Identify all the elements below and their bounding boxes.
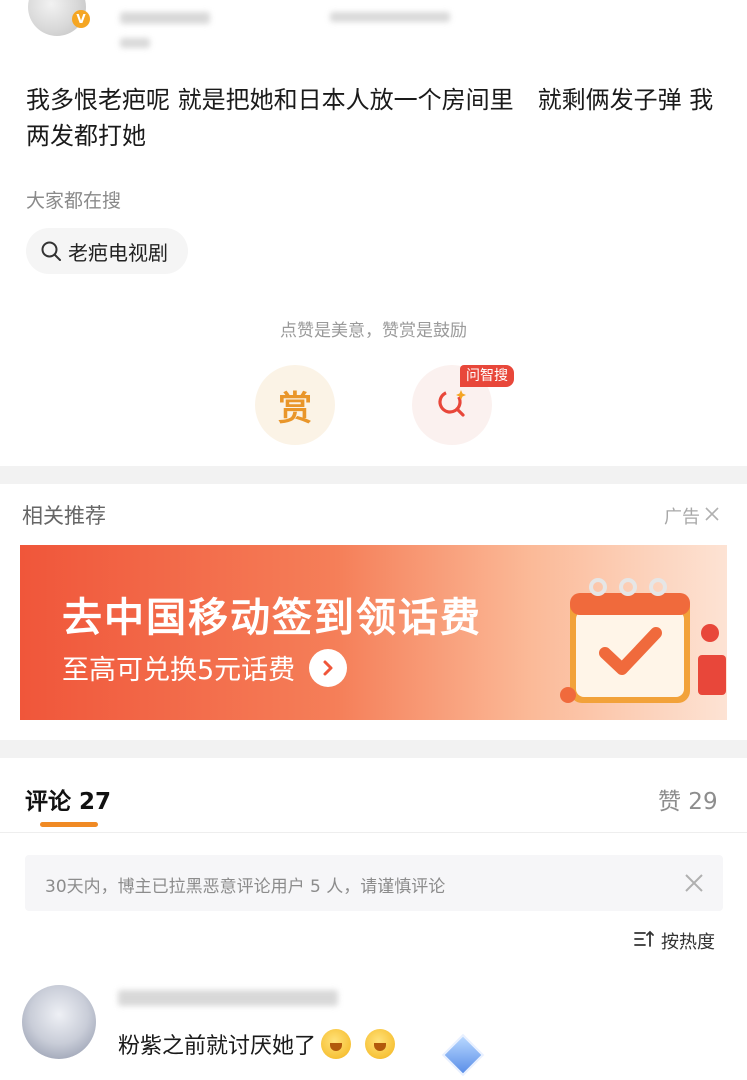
tab-comments[interactable]: 评论 27 (25, 782, 111, 816)
search-chip-label: 老疤电视剧 (68, 240, 168, 265)
ai-search-badge: 问智搜 (460, 365, 514, 387)
sort-button[interactable]: 按热度 (633, 928, 715, 954)
section-divider (0, 466, 747, 484)
sort-label: 按热度 (661, 932, 715, 953)
sort-icon (633, 929, 655, 954)
close-icon[interactable] (680, 869, 708, 897)
notice-text: 30天内，博主已拉黑恶意评论用户 5 人，请谨慎评论 (45, 877, 446, 897)
verified-badge-icon: V (72, 10, 90, 28)
avatar[interactable] (22, 985, 96, 1059)
ad-label: 广告 (664, 507, 700, 528)
search-icon (40, 240, 62, 262)
like-hint: 点赞是美意，赞赏是鼓励 (280, 321, 467, 341)
close-icon (704, 506, 720, 527)
reward-button[interactable]: 赏 (255, 365, 335, 445)
reward-glyph: 赏 (278, 388, 312, 429)
post-source-blurred (120, 38, 150, 48)
recommend-title: 相关推荐 (22, 504, 106, 528)
search-chip[interactable]: 老疤电视剧 (26, 228, 188, 274)
tab-likes[interactable]: 赞 29 (658, 782, 718, 816)
comment-text: 粉紫之前就讨厌她了 (118, 1034, 317, 1059)
post-text: 我多恨老疤呢 就是把她和日本人放一个房间里 就剩俩发子弹 我两发都打她 (26, 86, 714, 150)
comment-item: 粉紫之前就讨厌她了 (118, 1028, 396, 1060)
face-emoji-icon (321, 1029, 352, 1059)
calendar-illustration-icon (560, 565, 727, 715)
ad-close-button[interactable]: 广告 (664, 503, 720, 529)
post-meta-blurred (330, 12, 450, 22)
trending-search-label: 大家都在搜 (26, 190, 122, 212)
commenter-name-blurred (118, 990, 338, 1006)
ai-search-icon (433, 384, 471, 426)
ad-banner[interactable]: 去中国移动签到领话费 至高可兑换5元话费 (20, 545, 727, 720)
author-name-blurred (120, 12, 210, 24)
banner-title: 去中国移动签到领话费 (62, 595, 482, 641)
face-emoji-icon (365, 1029, 396, 1059)
chevron-right-icon (309, 648, 348, 687)
tab-active-indicator (40, 822, 98, 827)
tab-divider (0, 832, 747, 833)
comment-notice: 30天内，博主已拉黑恶意评论用户 5 人，请谨慎评论 (25, 855, 723, 911)
banner-subtitle: 至高可兑换5元话费 (62, 655, 296, 686)
banner-subtitle-row: 至高可兑换5元话费 (62, 648, 348, 687)
section-divider (0, 740, 747, 758)
diamond-badge-icon (441, 1033, 485, 1077)
